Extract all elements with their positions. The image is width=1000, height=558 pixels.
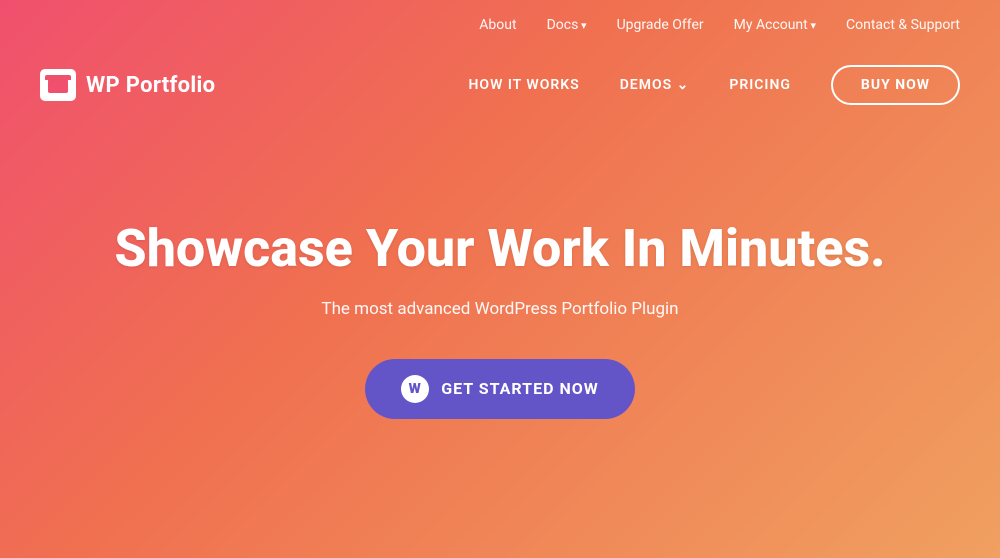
logo-text: WP Portfolio: [86, 73, 215, 98]
nav-how-it-works[interactable]: HOW IT WORKS: [469, 77, 580, 93]
buy-now-button[interactable]: BUY NOW: [831, 65, 960, 105]
nav-pricing[interactable]: PRICING: [729, 77, 791, 93]
nav-about[interactable]: About: [479, 17, 516, 33]
get-started-button[interactable]: W GET STARTED NOW: [365, 359, 635, 419]
nav-contact-support[interactable]: Contact & Support: [846, 17, 960, 33]
nav-my-account[interactable]: My Account: [734, 17, 816, 33]
logo[interactable]: WP Portfolio: [40, 69, 215, 101]
hero-section: Showcase Your Work In Minutes. The most …: [0, 120, 1000, 558]
nav-demos[interactable]: DEMOS: [620, 77, 690, 93]
cta-label: GET STARTED NOW: [441, 379, 599, 398]
hero-subtitle: The most advanced WordPress Portfolio Pl…: [321, 299, 678, 319]
nav-upgrade-offer[interactable]: Upgrade Offer: [617, 17, 704, 33]
main-nav: WP Portfolio HOW IT WORKS DEMOS PRICING …: [0, 50, 1000, 120]
nav-docs[interactable]: Docs: [547, 17, 587, 33]
nav-links: HOW IT WORKS DEMOS PRICING BUY NOW: [469, 65, 960, 105]
logo-icon: [40, 69, 76, 101]
page-wrapper: About Docs Upgrade Offer My Account Cont…: [0, 0, 1000, 558]
top-bar: About Docs Upgrade Offer My Account Cont…: [0, 0, 1000, 50]
wordpress-icon: W: [401, 375, 429, 403]
hero-title: Showcase Your Work In Minutes.: [114, 219, 885, 279]
